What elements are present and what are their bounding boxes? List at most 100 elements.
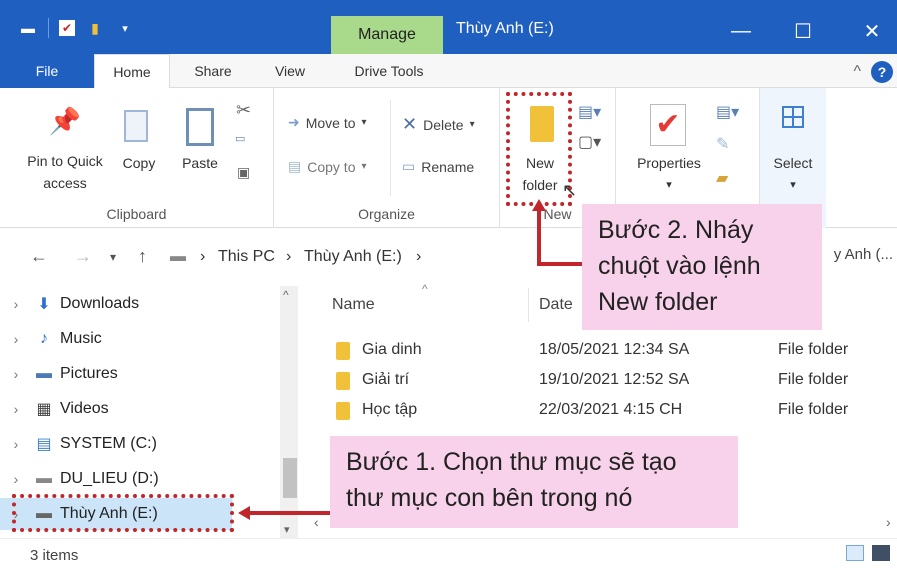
paste-icon (172, 106, 228, 152)
file-type: File folder (778, 401, 849, 418)
large-icons-view-icon[interactable] (872, 545, 890, 561)
rename-icon: ▭ (402, 158, 416, 174)
nav-scrollbar[interactable]: ^ ▾ (280, 286, 298, 538)
organize-group: ➜ Move to ▾ ▤ Copy to ▾ ✕ Delete ▾ ▭ Ren… (274, 88, 500, 228)
step1-line1: Bước 1. Chọn thư mục sẽ tạo (346, 448, 677, 476)
pin-to-quick-access-button[interactable]: 📌 Pin to Quick access (18, 106, 112, 194)
step2-arrow-horizontal (537, 262, 583, 266)
nav-item-music[interactable]: › ♪ Music (0, 323, 280, 355)
select-grid-icon (764, 100, 822, 152)
expand-chevron-icon[interactable]: › (0, 471, 32, 487)
chevron-down-icon: ▾ (469, 119, 475, 130)
organize-divider (390, 100, 391, 196)
ribbon-controls: ^ ? (853, 61, 893, 83)
scroll-down-icon[interactable]: ▾ (284, 523, 290, 536)
breadcrumb-separator[interactable]: › (286, 248, 291, 266)
divider (48, 18, 49, 38)
expand-chevron-icon[interactable]: › (0, 331, 32, 347)
step1-line2: thư mục con bên trong nó (346, 484, 633, 512)
recent-dropdown-icon[interactable]: ▾ (110, 250, 116, 264)
copy-icon (116, 106, 162, 152)
search-box[interactable]: y Anh (... (834, 246, 893, 263)
sort-indicator-icon: ^ (422, 282, 428, 296)
expand-chevron-icon[interactable]: › (0, 436, 32, 452)
close-button[interactable]: ✕ (847, 12, 897, 50)
nav-scrollbar-thumb[interactable] (283, 458, 297, 498)
expand-chevron-icon[interactable]: › (0, 366, 32, 382)
scroll-up-icon[interactable]: ^ (283, 288, 289, 302)
scroll-left-icon[interactable]: ‹ (314, 514, 319, 530)
properties-check-icon: ✔ (626, 100, 712, 152)
breadcrumb-this-pc[interactable]: This PC (218, 248, 275, 266)
tab-home[interactable]: Home (94, 54, 170, 89)
ribbon-tabs: File Home Share View Drive Tools ^ ? (0, 54, 897, 89)
rename-button[interactable]: ▭ Rename (402, 158, 474, 175)
move-to-button[interactable]: ➜ Move to ▾ (288, 114, 367, 131)
nav-item-system-c[interactable]: › ▤ SYSTEM (C:) (0, 428, 280, 460)
tab-manage[interactable]: Manage (331, 16, 443, 54)
step2-line1: Bước 2. Nháy (598, 216, 754, 244)
file-type: File folder (778, 371, 849, 388)
maximize-button[interactable]: ☐ (778, 12, 828, 50)
step2-callout: Bước 2. Nháy chuột vào lệnh New folder (582, 204, 822, 330)
up-button[interactable]: ↑ (138, 246, 147, 267)
tab-drive-tools[interactable]: Drive Tools (334, 54, 444, 88)
file-type: File folder (778, 341, 849, 358)
breadcrumb-separator[interactable]: › (200, 248, 205, 266)
music-icon: ♪ (40, 330, 48, 347)
tab-view[interactable]: View (258, 54, 322, 88)
collapse-ribbon-icon[interactable]: ^ (853, 63, 861, 81)
open-icon[interactable]: ▤▾ (716, 102, 739, 122)
breadcrumb-separator[interactable]: › (416, 248, 421, 266)
pin-icon: 📌 (48, 106, 82, 136)
table-row[interactable]: Gia dinh 18/05/2021 12:34 SA File folder (298, 336, 897, 366)
nav-item-label: Videos (60, 400, 109, 417)
copy-button[interactable]: Copy (116, 106, 162, 174)
properties-button[interactable]: ✔ Properties ▾ (626, 100, 712, 196)
window-title: Thùy Anh (E:) (456, 20, 554, 37)
move-to-icon: ➜ (288, 114, 300, 130)
column-header-name[interactable]: Name (332, 296, 375, 314)
forward-button[interactable]: → (74, 246, 92, 267)
nav-item-du-lieu-d[interactable]: › ▬ DU_LIEU (D:) (0, 463, 280, 495)
copy-to-button[interactable]: ▤ Copy to ▾ (288, 158, 367, 175)
table-row[interactable]: Giải trí 19/10/2021 12:52 SA File folder (298, 366, 897, 396)
drive-icon: ▤ (36, 436, 52, 453)
edit-icon[interactable]: ✎ (716, 134, 729, 154)
download-icon: ⬇ (37, 296, 51, 313)
customize-dropdown-icon[interactable]: ▾ (115, 19, 135, 37)
breadcrumb-drive[interactable]: Thùy Anh (E:) (304, 248, 402, 266)
nav-item-downloads[interactable]: › ⬇ Downloads (0, 288, 280, 320)
paste-shortcut-icon[interactable]: ▣ (237, 164, 250, 181)
nav-item-pictures[interactable]: › ▬ Pictures (0, 358, 280, 390)
column-divider[interactable] (528, 288, 529, 322)
expand-chevron-icon[interactable]: › (0, 296, 32, 312)
tab-file[interactable]: File (0, 54, 94, 88)
new-folder-icon[interactable]: ▮ (85, 19, 105, 37)
easy-access-icon[interactable]: ▢▾ (578, 132, 601, 152)
select-button[interactable]: Select ▾ (764, 100, 822, 196)
help-icon[interactable]: ? (871, 61, 893, 83)
tab-share[interactable]: Share (180, 54, 246, 88)
item-count: 3 items (30, 547, 79, 564)
details-view-icon[interactable] (846, 545, 864, 561)
quick-access-toolbar: ▬ ✔ ▮ ▾ (18, 16, 135, 40)
expand-chevron-icon[interactable]: › (0, 401, 32, 417)
cut-icon[interactable]: ✂ (236, 100, 251, 121)
delete-button[interactable]: ✕ Delete ▾ (402, 114, 475, 135)
scroll-right-icon[interactable]: › (886, 514, 891, 530)
minimize-button[interactable]: — (716, 12, 766, 50)
back-button[interactable]: ← (30, 246, 48, 267)
copy-path-icon[interactable]: ▭ (235, 132, 245, 145)
paste-button[interactable]: Paste (172, 106, 228, 174)
copy-to-icon: ▤ (288, 158, 302, 174)
history-icon[interactable]: ▰ (716, 168, 728, 188)
nav-item-videos[interactable]: › ▦ Videos (0, 393, 280, 425)
new-item-icon[interactable]: ▤▾ (578, 102, 601, 122)
organize-group-label: Organize (358, 206, 415, 222)
properties-check-icon[interactable]: ✔ (59, 20, 75, 36)
column-header-date[interactable]: Date (539, 296, 573, 314)
table-row[interactable]: Học tập 22/03/2021 4:15 CH File folder (298, 396, 897, 426)
nav-item-label: Music (60, 330, 102, 347)
nav-item-label: SYSTEM (C:) (60, 435, 157, 452)
